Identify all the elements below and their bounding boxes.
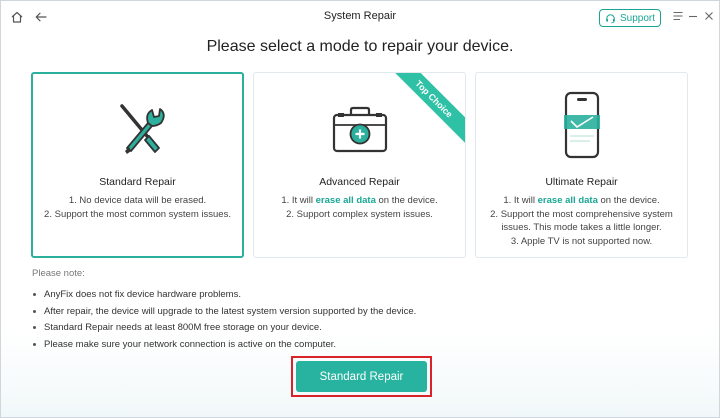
desc-line: issues. This mode takes a little longer.	[501, 222, 662, 233]
desc-line: 1. It will erase all data on the device.	[258, 194, 461, 208]
page-heading: Please select a mode to repair your devi…	[206, 38, 514, 55]
desc-line: 2. Support complex system issues.	[286, 208, 433, 220]
card-description: 1. No device data will be erased. 2. Sup…	[37, 194, 238, 221]
title-bar: System Repair Support	[1, 1, 719, 33]
app-window: System Repair Support Please select a mo…	[0, 0, 720, 418]
note-item: AnyFix does not fix device hardware prob…	[32, 289, 416, 306]
note-item: Please make sure your network connection…	[32, 339, 416, 356]
card-description: 1. It will erase all data on the device.…	[480, 194, 683, 248]
erase-warning: erase all data	[537, 195, 598, 206]
toolbox-icon	[254, 91, 465, 161]
standard-repair-card[interactable]: Standard Repair 1. No device data will b…	[31, 72, 244, 258]
note-item: Standard Repair needs at least 800M free…	[32, 322, 416, 339]
headset-icon	[606, 13, 615, 23]
note-item: After repair, the device will upgrade to…	[32, 306, 416, 323]
card-description: 1. It will erase all data on the device.…	[258, 194, 461, 221]
support-button[interactable]: Support	[599, 9, 661, 27]
desc-line: 2. Support the most common system issues…	[44, 208, 231, 220]
card-title: Advanced Repair	[319, 176, 400, 188]
desc-text: 1. It will	[503, 195, 538, 206]
close-icon[interactable]	[702, 9, 716, 23]
notes-list: AnyFix does not fix device hardware prob…	[32, 289, 416, 355]
minimize-icon[interactable]	[686, 9, 700, 23]
card-title: Standard Repair	[99, 176, 176, 188]
desc-text: on the device.	[375, 195, 438, 206]
menu-icon[interactable]	[671, 9, 685, 23]
ultimate-repair-card[interactable]: Ultimate Repair 1. It will erase all dat…	[475, 72, 688, 258]
standard-repair-button[interactable]: Standard Repair	[296, 361, 427, 392]
wrench-screwdriver-icon	[33, 92, 242, 162]
notes-header: Please note:	[32, 268, 85, 279]
desc-text: on the device.	[597, 195, 660, 206]
desc-line: 2. Support the most comprehensive system	[490, 208, 673, 220]
desc-line: 1. It will erase all data on the device.	[480, 194, 683, 208]
support-label: Support	[619, 12, 656, 24]
desc-line: 1. No device data will be erased.	[68, 195, 207, 206]
desc-line: 3. Apple TV is not supported now.	[510, 235, 653, 247]
card-title: Ultimate Repair	[545, 176, 618, 188]
advanced-repair-card[interactable]: Top Choice Advanced Repair 1. It will er…	[253, 72, 466, 258]
desc-text: 1. It will	[281, 195, 316, 206]
erase-warning: erase all data	[315, 195, 376, 206]
phone-scan-icon	[476, 91, 687, 161]
